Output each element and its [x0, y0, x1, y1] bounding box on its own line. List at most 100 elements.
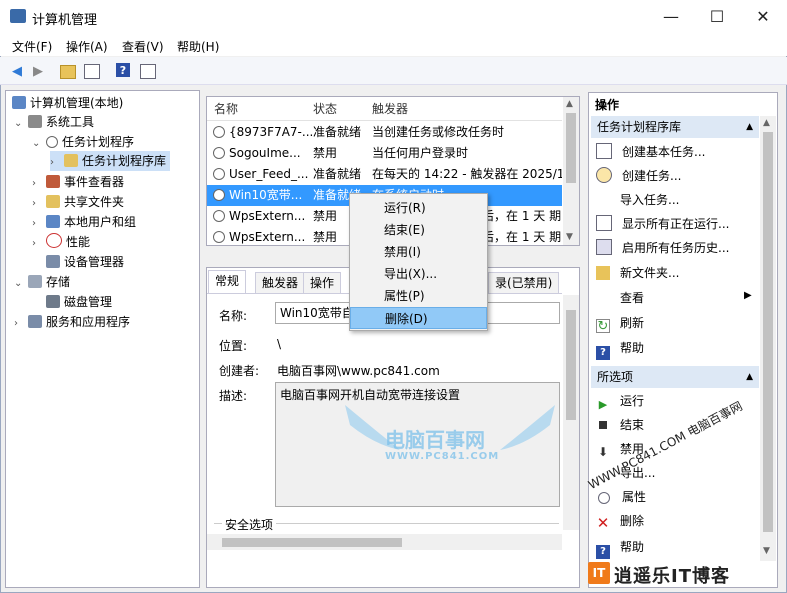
action-label: 结束	[620, 418, 645, 432]
chevron-right-icon[interactable]: ›	[50, 153, 64, 173]
scroll-up-icon[interactable]: ▲	[763, 118, 770, 128]
help-icon: ?	[596, 545, 610, 559]
chevron-right-icon[interactable]: ›	[32, 174, 46, 194]
up-folder-icon[interactable]	[60, 65, 76, 79]
tree-task-scheduler[interactable]: ⌄ 任务计划程序	[32, 132, 134, 152]
chevron-down-icon[interactable]: ⌄	[14, 114, 28, 134]
show-hide-tree-icon[interactable]	[84, 64, 100, 79]
tree-root[interactable]: 计算机管理(本地)	[12, 93, 123, 113]
minimize-button[interactable]: —	[648, 0, 694, 34]
action-label: 创建任务...	[622, 169, 682, 183]
location-label: 位置:	[219, 339, 248, 353]
column-header-trigger[interactable]: 触发器	[372, 98, 408, 120]
help-icon[interactable]: ?	[116, 63, 130, 77]
action-refresh[interactable]: ↻ 刷新	[596, 312, 644, 334]
running-tasks-icon	[596, 215, 612, 231]
chevron-right-icon[interactable]: ›	[32, 214, 46, 234]
task-list-scroll-thumb[interactable]	[566, 113, 576, 183]
tree-device-manager[interactable]: 设备管理器	[46, 252, 124, 272]
tree-label: 磁盘管理	[64, 295, 113, 309]
tree-disk-management[interactable]: 磁盘管理	[46, 292, 112, 312]
table-row[interactable]: SogouIme... 禁用 当任何用户登录时	[207, 143, 562, 164]
scroll-down-icon[interactable]: ▼	[566, 232, 573, 242]
menu-action[interactable]: 操作(A)	[66, 38, 108, 55]
scroll-down-icon[interactable]: ▼	[763, 546, 770, 556]
tree-local-users[interactable]: › 本地用户和组	[32, 212, 136, 232]
collapse-icon[interactable]: ▲	[746, 366, 753, 388]
action-delete[interactable]: ✕ 删除	[596, 510, 644, 532]
chevron-right-icon[interactable]: ›	[32, 194, 46, 214]
column-header-status[interactable]: 状态	[313, 98, 337, 120]
scroll-up-icon[interactable]: ▲	[566, 99, 573, 109]
menu-item-disable[interactable]: 禁用(I)	[350, 241, 487, 263]
back-arrow-icon[interactable]: ◀	[8, 62, 26, 80]
clock-icon	[213, 126, 225, 138]
action-pane-icon[interactable]	[140, 64, 156, 79]
menu-item-run[interactable]: 运行(R)	[350, 197, 487, 219]
action-help[interactable]: ? 帮助	[596, 337, 644, 360]
chevron-right-icon[interactable]: ›	[32, 234, 46, 254]
task-status: 准备就绪	[313, 167, 362, 181]
actions-scroll-thumb[interactable]	[763, 132, 773, 532]
tree-system-tools[interactable]: ⌄ 系统工具	[14, 112, 94, 132]
menu-file[interactable]: 文件(F)	[12, 38, 52, 55]
column-header-name[interactable]: 名称	[214, 98, 238, 120]
menu-item-end[interactable]: 结束(E)	[350, 219, 487, 241]
tree-task-library[interactable]: › 任务计划程序库	[50, 151, 171, 173]
collapse-icon[interactable]: ▲	[746, 116, 753, 138]
action-label: 查看	[620, 291, 645, 305]
table-row[interactable]: {8973F7A7-... 准备就绪 当创建任务或修改任务时	[207, 122, 562, 143]
action-help-selected[interactable]: ? 帮助	[596, 536, 644, 559]
tree-event-viewer[interactable]: › 事件查看器	[32, 172, 124, 192]
action-import-task[interactable]: 导入任务...	[596, 189, 679, 211]
tree-label: 系统工具	[46, 115, 95, 129]
help-icon: ?	[596, 346, 610, 360]
action-new-folder[interactable]: 新文件夹...	[596, 262, 679, 284]
tree-shared-folders[interactable]: › 共享文件夹	[32, 192, 124, 212]
tree-services-apps[interactable]: › 服务和应用程序	[14, 312, 130, 332]
details-h-scroll-thumb[interactable]	[222, 538, 402, 547]
performance-icon	[46, 233, 62, 248]
action-create-task[interactable]: 创建任务...	[596, 165, 681, 187]
tree-label: 存储	[46, 275, 71, 289]
actions-section-selected[interactable]: 所选项 ▲	[591, 366, 759, 388]
action-create-basic-task[interactable]: 创建基本任务...	[596, 141, 705, 163]
menu-view[interactable]: 查看(V)	[122, 38, 164, 55]
tab-actions[interactable]: 操作	[303, 272, 342, 293]
run-icon: ▶	[598, 398, 608, 411]
tree-storage[interactable]: ⌄ 存储	[14, 272, 70, 292]
menu-help[interactable]: 帮助(H)	[177, 38, 219, 55]
details-scroll-thumb[interactable]	[566, 310, 576, 420]
action-label: 新文件夹...	[620, 266, 680, 280]
chevron-down-icon[interactable]: ⌄	[32, 134, 46, 154]
chevron-down-icon[interactable]: ⌄	[14, 274, 28, 294]
forward-arrow-icon[interactable]: ▶	[29, 62, 47, 80]
tree-label: 本地用户和组	[64, 215, 137, 229]
chevron-right-icon[interactable]: ›	[14, 314, 28, 334]
action-enable-history[interactable]: 启用所有任务历史...	[596, 237, 729, 259]
import-task-icon	[596, 193, 610, 207]
tab-triggers[interactable]: 触发器	[255, 272, 306, 293]
action-run[interactable]: ▶ 运行	[596, 390, 644, 412]
menu-item-export[interactable]: 导出(X)...	[350, 263, 487, 285]
tab-history[interactable]: 录(已禁用)	[488, 272, 560, 293]
action-end[interactable]: 结束	[596, 414, 644, 436]
action-show-running[interactable]: 显示所有正在运行...	[596, 213, 729, 235]
actions-section-library[interactable]: 任务计划程序库 ▲	[591, 116, 759, 138]
tree-root-label: 计算机管理(本地)	[30, 96, 124, 110]
action-properties[interactable]: 属性	[596, 486, 646, 508]
action-label: 显示所有正在运行...	[622, 217, 730, 231]
task-status: 禁用	[313, 230, 338, 244]
tab-general[interactable]: 常规	[208, 270, 247, 293]
action-view[interactable]: 查看	[596, 287, 644, 309]
menu-item-properties[interactable]: 属性(P)	[350, 285, 487, 307]
tree-label: 服务和应用程序	[46, 315, 131, 329]
tree-performance[interactable]: › 性能	[32, 232, 90, 252]
maximize-button[interactable]: ☐	[694, 0, 740, 34]
menu-item-delete[interactable]: 删除(D)	[350, 307, 487, 329]
disable-arrow-icon: ⬇	[597, 445, 609, 459]
folder-clock-icon	[64, 154, 78, 167]
action-label: 属性	[622, 490, 647, 504]
table-row[interactable]: User_Feed_... 准备就绪 在每天的 14:22 - 触发器在 202…	[207, 164, 562, 185]
close-button[interactable]: ✕	[740, 0, 786, 34]
